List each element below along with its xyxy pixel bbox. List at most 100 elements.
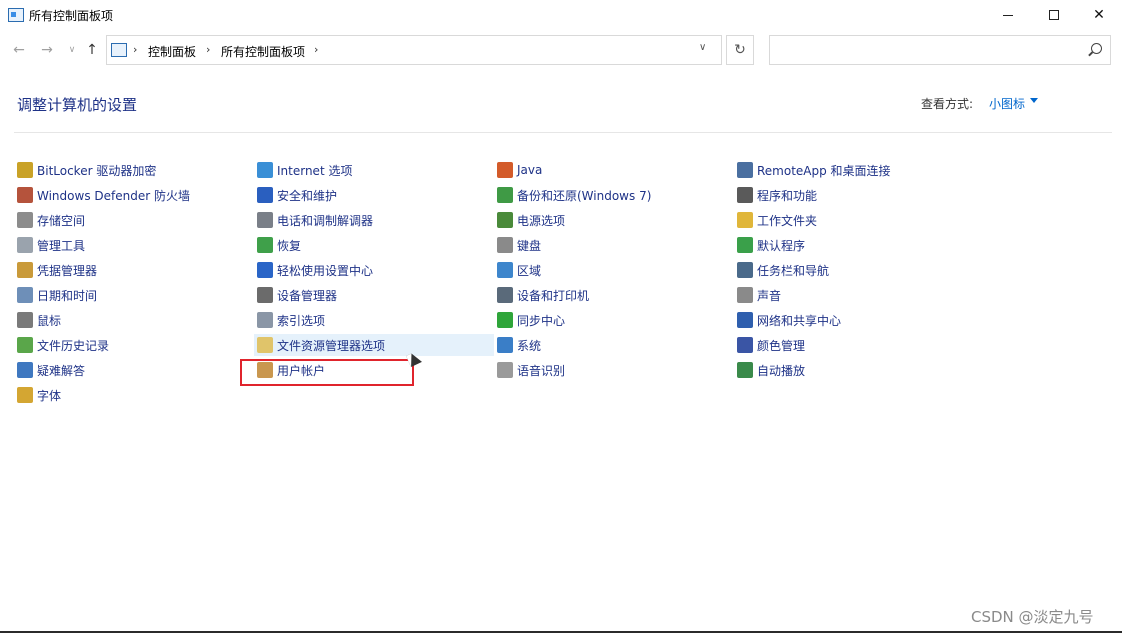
programs-features-icon: [737, 187, 753, 203]
control-panel-item[interactable]: RemoteApp 和桌面连接: [734, 159, 974, 181]
address-dropdown-button[interactable]: ∨: [699, 42, 706, 53]
color-management-icon: [737, 337, 753, 353]
control-panel-icon: [111, 43, 127, 57]
taskbar-navigation-icon: [737, 262, 753, 278]
backup-restore-icon: [497, 187, 513, 203]
control-panel-item-label: 存储空间: [37, 213, 86, 228]
control-panel-item[interactable]: 存储空间: [14, 209, 254, 231]
control-panel-item[interactable]: 区域: [494, 259, 734, 281]
control-panel-item[interactable]: 语音识别: [494, 359, 734, 381]
control-panel-item[interactable]: 日期和时间: [14, 284, 254, 306]
control-panel-item[interactable]: 文件资源管理器选项: [254, 334, 494, 356]
breadcrumb-separator[interactable]: ›: [206, 43, 210, 56]
work-folders-icon: [737, 212, 753, 228]
control-panel-item[interactable]: 管理工具: [14, 234, 254, 256]
control-panel-item[interactable]: Internet 选项: [254, 159, 494, 181]
control-panel-item-label: 声音: [757, 288, 782, 303]
refresh-button[interactable]: ↻: [726, 35, 754, 65]
control-panel-item-label: BitLocker 驱动器加密: [37, 163, 157, 178]
control-panel-item[interactable]: 备份和还原(Windows 7): [494, 184, 734, 206]
view-by-dropdown[interactable]: 小图标: [989, 95, 1025, 112]
recent-locations-button[interactable]: ∨: [62, 40, 82, 60]
control-panel-item-label: 语音识别: [517, 363, 566, 378]
file-explorer-options-icon: [257, 337, 273, 353]
devices-printers-icon: [497, 287, 513, 303]
control-panel-item[interactable]: 设备管理器: [254, 284, 494, 306]
control-panel-item[interactable]: 同步中心: [494, 309, 734, 331]
control-panel-item[interactable]: 声音: [734, 284, 974, 306]
control-panel-item-label: 字体: [37, 388, 62, 403]
troubleshooting-icon: [17, 362, 33, 378]
breadcrumb-separator[interactable]: ›: [133, 43, 137, 56]
control-panel-item-label: 网络和共享中心: [757, 313, 842, 328]
control-panel-item-label: 电话和调制解调器: [277, 213, 374, 228]
control-panel-item[interactable]: 颜色管理: [734, 334, 974, 356]
control-panel-item[interactable]: 安全和维护: [254, 184, 494, 206]
control-panel-item-label: 系统: [517, 338, 542, 353]
control-panel-item[interactable]: 默认程序: [734, 234, 974, 256]
control-panel-item[interactable]: BitLocker 驱动器加密: [14, 159, 254, 181]
control-panel-item[interactable]: 电话和调制解调器: [254, 209, 494, 231]
breadcrumb-separator[interactable]: ›: [314, 43, 318, 56]
address-bar[interactable]: › 控制面板 › 所有控制面板项 › ∨: [106, 35, 722, 65]
control-panel-item[interactable]: 文件历史记录: [14, 334, 254, 356]
up-button[interactable]: ↑: [82, 40, 102, 60]
control-panel-item-label: 管理工具: [37, 238, 86, 253]
control-panel-item[interactable]: 鼠标: [14, 309, 254, 331]
power-options-icon: [497, 212, 513, 228]
device-manager-icon: [257, 287, 273, 303]
annotation-highlight-box: [240, 359, 414, 386]
minimize-button[interactable]: [985, 0, 1031, 30]
control-panel-item-label: 凭据管理器: [37, 263, 98, 278]
admin-tools-icon: [17, 237, 33, 253]
java-icon: [497, 162, 513, 178]
date-time-icon: [17, 287, 33, 303]
control-panel-item-label: 轻松使用设置中心: [277, 263, 374, 278]
default-programs-icon: [737, 237, 753, 253]
speech-recognition-icon: [497, 362, 513, 378]
control-panel-item[interactable]: 工作文件夹: [734, 209, 974, 231]
search-icon[interactable]: [1091, 43, 1102, 54]
file-history-icon: [17, 337, 33, 353]
control-panel-item-label: 颜色管理: [757, 338, 806, 353]
control-panel-item[interactable]: 电源选项: [494, 209, 734, 231]
storage-spaces-icon: [17, 212, 33, 228]
page-title: 调整计算机的设置: [17, 96, 138, 114]
back-button[interactable]: ←: [9, 40, 29, 60]
control-panel-item[interactable]: Windows Defender 防火墙: [14, 184, 254, 206]
network-sharing-icon: [737, 312, 753, 328]
control-panel-item[interactable]: 凭据管理器: [14, 259, 254, 281]
control-panel-item-label: 电源选项: [517, 213, 566, 228]
title-bar: 所有控制面板项 ✕: [0, 0, 1122, 30]
control-panel-item[interactable]: 索引选项: [254, 309, 494, 331]
control-panel-item-label: 备份和还原(Windows 7): [517, 188, 652, 203]
control-panel-item[interactable]: 恢复: [254, 234, 494, 256]
mouse-icon: [17, 312, 33, 328]
divider: [14, 132, 1112, 133]
breadcrumb-control-panel[interactable]: 控制面板: [148, 43, 196, 60]
control-panel-item[interactable]: 轻松使用设置中心: [254, 259, 494, 281]
close-button[interactable]: ✕: [1076, 0, 1122, 30]
watermark: CSDN @淡定九号: [971, 608, 1094, 626]
search-input[interactable]: [769, 35, 1111, 65]
control-panel-item[interactable]: 键盘: [494, 234, 734, 256]
sound-icon: [737, 287, 753, 303]
control-panel-item[interactable]: 系统: [494, 334, 734, 356]
forward-button[interactable]: →: [37, 40, 57, 60]
control-panel-item[interactable]: Java: [494, 159, 734, 181]
control-panel-item[interactable]: 疑难解答: [14, 359, 254, 381]
control-panel-item[interactable]: 网络和共享中心: [734, 309, 974, 331]
minimize-icon: [1003, 14, 1013, 16]
control-panel-item[interactable]: 自动播放: [734, 359, 974, 381]
control-panel-item[interactable]: 字体: [14, 384, 254, 406]
control-panel-item-label: 键盘: [517, 238, 542, 253]
breadcrumb-all-items[interactable]: 所有控制面板项: [221, 43, 305, 60]
chevron-down-icon[interactable]: [1030, 98, 1038, 103]
control-panel-item[interactable]: 程序和功能: [734, 184, 974, 206]
control-panel-item[interactable]: 设备和打印机: [494, 284, 734, 306]
maximize-button[interactable]: [1031, 0, 1077, 30]
control-panel-item-label: Java: [517, 163, 543, 177]
control-panel-item[interactable]: 任务栏和导航: [734, 259, 974, 281]
control-panel-item-label: 文件资源管理器选项: [277, 338, 386, 353]
control-panel-item-label: 默认程序: [757, 238, 806, 253]
